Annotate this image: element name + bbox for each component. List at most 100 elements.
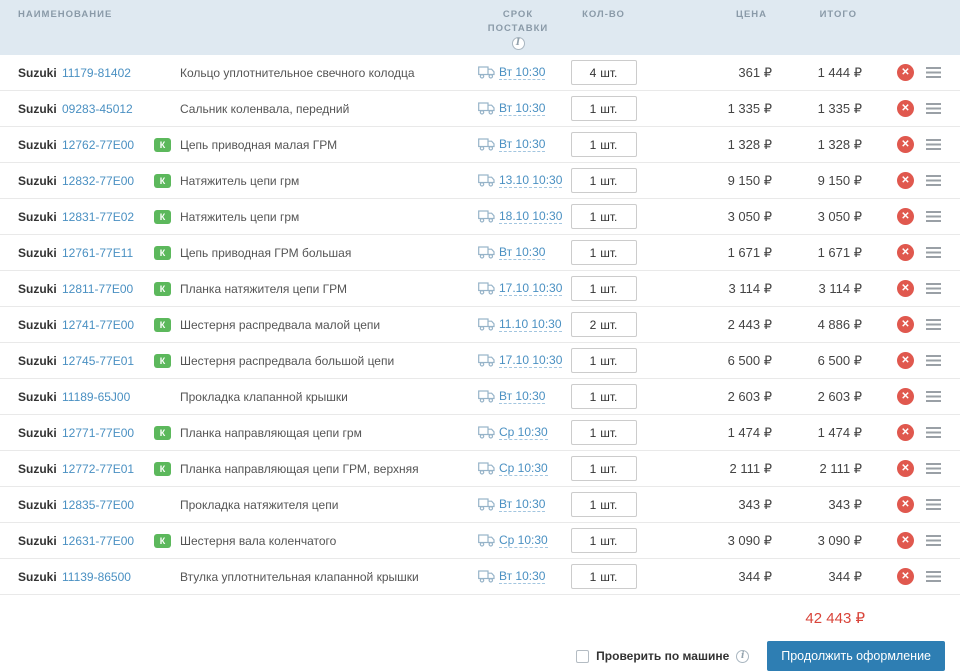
delivery-date-link[interactable]: Ср 10:30	[499, 461, 548, 476]
part-number-link[interactable]: 11139-86500	[62, 570, 154, 584]
truck-icon	[478, 390, 495, 403]
delivery-date-link[interactable]: Вт 10:30	[499, 569, 546, 584]
delivery-date-link[interactable]: 11.10 10:30	[499, 317, 562, 332]
delivery-date-link[interactable]: Вт 10:30	[499, 389, 546, 404]
quantity-input[interactable]: 1 шт.	[570, 528, 637, 553]
row-menu-button[interactable]	[926, 534, 941, 547]
row-menu-button[interactable]	[926, 174, 941, 187]
quantity-input[interactable]: 1 шт.	[570, 96, 637, 121]
truck-icon	[478, 498, 495, 511]
part-number-link[interactable]: 12631-77E00	[62, 534, 154, 548]
delivery-date-link[interactable]: Ср 10:30	[499, 533, 548, 548]
part-number-link[interactable]: 11189-65J00	[62, 390, 154, 404]
row-menu-button[interactable]	[926, 390, 941, 403]
remove-item-button[interactable]: ✕	[897, 568, 914, 585]
row-menu-button[interactable]	[926, 282, 941, 295]
quantity-unit: шт.	[600, 389, 618, 404]
delivery-date-link[interactable]: Вт 10:30	[499, 137, 546, 152]
remove-item-button[interactable]: ✕	[897, 244, 914, 261]
row-menu-button[interactable]	[926, 354, 941, 367]
remove-item-button[interactable]: ✕	[897, 496, 914, 513]
quantity-value: 4	[589, 65, 597, 80]
remove-item-button[interactable]: ✕	[897, 172, 914, 189]
row-menu-button[interactable]	[926, 318, 941, 331]
delivery-date-link[interactable]: Вт 10:30	[499, 245, 546, 260]
remove-item-button[interactable]: ✕	[897, 100, 914, 117]
row-menu-button[interactable]	[926, 66, 941, 79]
part-number-link[interactable]: 12811-77E00	[62, 282, 154, 296]
quantity-input[interactable]: 1 шт.	[570, 240, 637, 265]
info-icon[interactable]: i	[511, 37, 525, 50]
row-menu-button[interactable]	[926, 498, 941, 511]
delivery-date-link[interactable]: Вт 10:30	[499, 497, 546, 512]
check-by-car-control[interactable]: Проверить по машине i	[576, 649, 750, 663]
quantity-input[interactable]: 1 шт.	[570, 420, 637, 445]
row-menu-button[interactable]	[926, 570, 941, 583]
part-number-link[interactable]: 12835-77E00	[62, 498, 154, 512]
quantity-input[interactable]: 1 шт.	[570, 492, 637, 517]
part-number-link[interactable]: 12762-77E00	[62, 138, 154, 152]
delivery-cell: Вт 10:30	[470, 137, 566, 152]
row-menu-button[interactable]	[926, 426, 941, 439]
column-header-name: НАИМЕНОВАНИЕ	[18, 9, 113, 20]
delivery-cell: 17.10 10:30	[470, 353, 566, 368]
remove-item-button[interactable]: ✕	[897, 424, 914, 441]
quantity-unit: шт.	[600, 173, 618, 188]
part-number-link[interactable]: 12745-77E01	[62, 354, 154, 368]
quantity-input[interactable]: 1 шт.	[570, 456, 637, 481]
part-number-link[interactable]: 12831-77E02	[62, 210, 154, 224]
delivery-date-link[interactable]: 18.10 10:30	[499, 209, 563, 224]
part-number-link[interactable]: 09283-45012	[62, 102, 154, 116]
delivery-cell: Вт 10:30	[470, 245, 566, 260]
delivery-date-link[interactable]: 13.10 10:30	[499, 173, 563, 188]
quantity-input[interactable]: 1 шт.	[570, 384, 637, 409]
row-menu-button[interactable]	[926, 462, 941, 475]
remove-item-button[interactable]: ✕	[897, 208, 914, 225]
part-number-link[interactable]: 12771-77E00	[62, 426, 154, 440]
delivery-date-link[interactable]: Вт 10:30	[499, 65, 546, 80]
part-number-link[interactable]: 12832-77E00	[62, 174, 154, 188]
quantity-value: 1	[589, 101, 597, 116]
info-icon[interactable]: i	[736, 649, 750, 663]
quantity-input[interactable]: 1 шт.	[570, 168, 637, 193]
remove-item-button[interactable]: ✕	[897, 316, 914, 333]
item-name-cell: Suzuki 12772-77E01 К Планка направляющая…	[0, 461, 470, 476]
row-menu-button[interactable]	[926, 138, 941, 151]
continue-checkout-button[interactable]: Продолжить оформление	[767, 641, 945, 671]
remove-item-button[interactable]: ✕	[897, 388, 914, 405]
truck-icon	[478, 282, 495, 295]
quantity-input[interactable]: 1 шт.	[570, 564, 637, 589]
row-menu-button[interactable]	[926, 210, 941, 223]
check-by-car-checkbox[interactable]	[576, 649, 590, 663]
qty-cell: 1 шт.	[566, 420, 641, 445]
quantity-input[interactable]: 1 шт.	[570, 204, 637, 229]
remove-item-button[interactable]: ✕	[897, 280, 914, 297]
remove-item-button[interactable]: ✕	[897, 532, 914, 549]
part-number-link[interactable]: 11179-81402	[62, 66, 154, 80]
quantity-input[interactable]: 4 шт.	[570, 60, 637, 85]
brand-label: Suzuki	[18, 173, 57, 188]
actions-cell: ✕	[865, 424, 960, 441]
delivery-date-link[interactable]: 17.10 10:30	[499, 353, 563, 368]
delivery-date-link[interactable]: 17.10 10:30	[499, 281, 563, 296]
delivery-date-link[interactable]: Вт 10:30	[499, 101, 546, 116]
part-number-link[interactable]: 12772-77E01	[62, 462, 154, 476]
quantity-unit: шт.	[600, 497, 618, 512]
remove-item-button[interactable]: ✕	[897, 136, 914, 153]
remove-item-button[interactable]: ✕	[897, 460, 914, 477]
row-menu-button[interactable]	[926, 246, 941, 259]
row-menu-button[interactable]	[926, 102, 941, 115]
table-row: Suzuki 12772-77E01 К Планка направляющая…	[0, 451, 960, 487]
part-number-link[interactable]: 12741-77E00	[62, 318, 154, 332]
remove-item-button[interactable]: ✕	[897, 352, 914, 369]
delivery-date-link[interactable]: Ср 10:30	[499, 425, 548, 440]
brand-label: Suzuki	[18, 137, 57, 152]
part-number-link[interactable]: 12761-77E11	[62, 246, 154, 260]
quantity-input[interactable]: 1 шт.	[570, 348, 637, 373]
quantity-input[interactable]: 2 шт.	[570, 312, 637, 337]
total-value: 1 444 ₽	[817, 64, 862, 80]
quantity-input[interactable]: 1 шт.	[570, 132, 637, 157]
remove-item-button[interactable]: ✕	[897, 64, 914, 81]
price-value: 3 090 ₽	[727, 532, 772, 548]
quantity-input[interactable]: 1 шт.	[570, 276, 637, 301]
